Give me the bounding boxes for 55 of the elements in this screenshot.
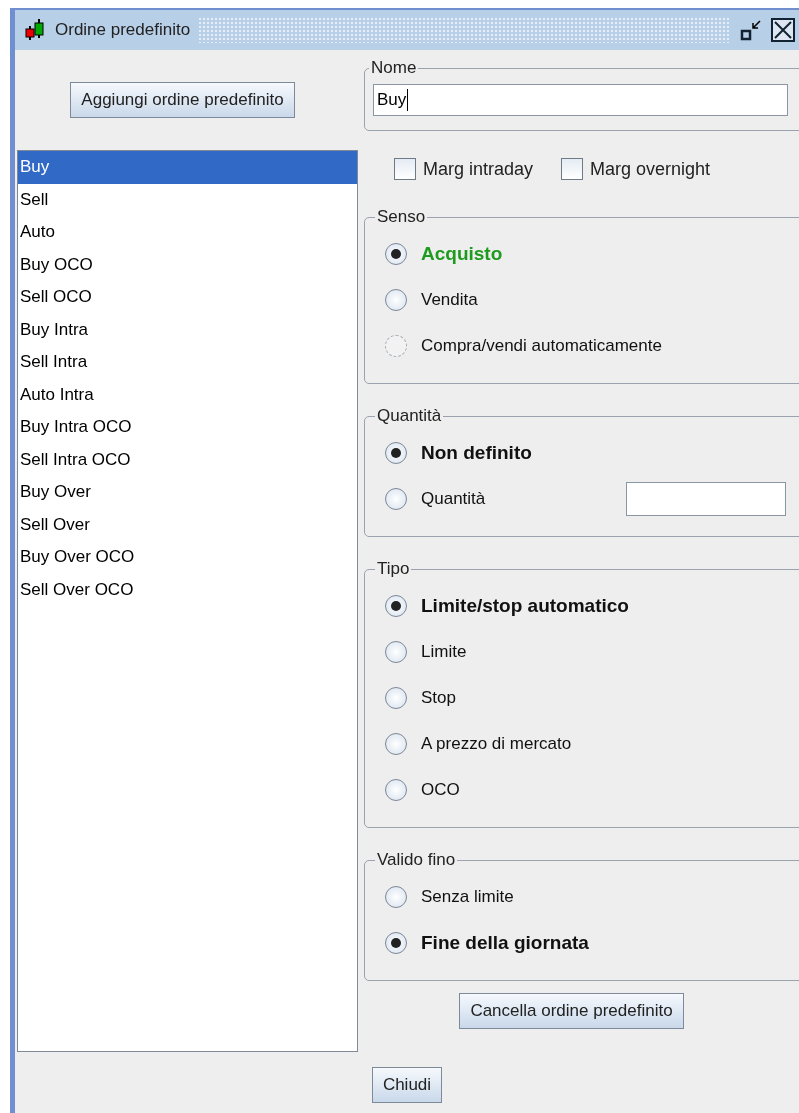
checkbox[interactable] [394, 158, 416, 180]
window-title: Ordine predefinito [55, 20, 191, 40]
order-list-item[interactable]: Buy Over OCO [18, 541, 357, 574]
radio-label: OCO [421, 780, 460, 800]
radio-label: Limite/stop automatico [421, 595, 629, 617]
checkbox-label: Marg overnight [590, 158, 711, 180]
radio-label: Stop [421, 688, 456, 708]
order-list-item[interactable]: Buy [18, 151, 357, 184]
radio-label: A prezzo di mercato [421, 734, 572, 754]
order-list-item[interactable]: Auto [18, 216, 357, 249]
radio-label: Limite [421, 642, 467, 662]
radio-button[interactable] [385, 733, 407, 755]
candlestick-icon [23, 18, 47, 42]
radio-button[interactable] [385, 243, 407, 265]
order-list-item[interactable]: Sell Intra OCO [18, 443, 357, 476]
order-list-item[interactable]: Buy Over [18, 476, 357, 509]
radio-button[interactable] [385, 641, 407, 663]
radio-label: Senza limite [421, 887, 514, 907]
radio-button[interactable] [385, 932, 407, 954]
group-title: Senso [376, 207, 427, 227]
order-list-item[interactable]: Buy Intra OCO [18, 411, 357, 444]
checkbox-label: Marg intraday [423, 158, 534, 180]
radio-label: Fine della giornata [421, 932, 589, 954]
group-title: Tipo [376, 559, 411, 579]
radio-label: Non definito [421, 442, 532, 464]
group-title: Nome [370, 58, 418, 78]
checkbox[interactable] [561, 158, 584, 180]
order-list-item[interactable]: Auto Intra [18, 378, 357, 411]
radio-button[interactable] [385, 488, 407, 510]
order-list-item[interactable]: Sell [18, 183, 357, 216]
radio-label: Compra/vendi automaticamente [421, 336, 662, 356]
radio-button[interactable] [385, 289, 407, 311]
delete-order-button[interactable]: Cancella ordine predefinito [459, 993, 684, 1029]
order-list-item[interactable]: Buy Intra [18, 313, 357, 346]
close-button[interactable]: Chiudi [371, 1067, 443, 1103]
group-title: Quantità [376, 406, 443, 426]
order-list-item[interactable]: Sell Over OCO [18, 573, 357, 606]
restore-icon[interactable] [739, 18, 763, 42]
radio-button[interactable] [385, 595, 407, 617]
radio-label: Acquisto [421, 243, 503, 265]
radio-label: Quantità [421, 489, 486, 509]
order-list-item[interactable]: Sell OCO [18, 281, 357, 314]
add-order-button[interactable]: Aggiungi ordine predefinito [70, 82, 295, 118]
name-field[interactable]: Buy [373, 84, 788, 116]
radio-label: Vendita [421, 290, 478, 310]
order-list-item[interactable]: Sell Over [18, 508, 357, 541]
radio-button[interactable] [385, 687, 407, 709]
order-list-item[interactable]: Buy OCO [18, 248, 357, 281]
radio-button[interactable] [385, 442, 407, 464]
order-list-item[interactable]: Sell Intra [18, 346, 357, 379]
radio-button[interactable] [385, 779, 407, 801]
quantity-field[interactable] [626, 482, 786, 516]
close-icon[interactable] [771, 18, 795, 42]
radio-button[interactable] [385, 886, 407, 908]
group-title: Valido fino [376, 850, 457, 870]
